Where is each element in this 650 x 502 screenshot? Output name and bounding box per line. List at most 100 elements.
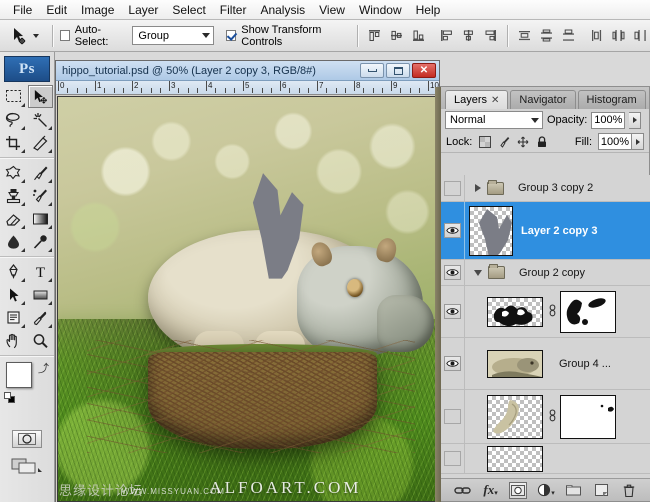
foreground-color-swatch[interactable]: [6, 362, 32, 388]
distribute-right-edges-icon[interactable]: [631, 26, 650, 45]
close-button[interactable]: ✕: [412, 63, 436, 78]
tab-layers[interactable]: Layers ✕: [445, 90, 508, 109]
layer-mask-thumbnail[interactable]: [560, 395, 616, 439]
layer-row-masked-splatter[interactable]: [441, 286, 650, 338]
distribute-horizontal-centers-icon[interactable]: [609, 26, 628, 45]
current-tool-preset[interactable]: [0, 26, 45, 46]
healing-brush-tool-icon[interactable]: [1, 161, 26, 184]
visibility-toggle-cell[interactable]: [441, 202, 465, 259]
layer-mask-link-icon[interactable]: [547, 409, 557, 425]
close-icon[interactable]: ✕: [491, 95, 499, 106]
layer-mask-link-icon[interactable]: [547, 304, 557, 320]
distribute-vertical-centers-icon[interactable]: [537, 26, 556, 45]
eye-icon-hidden[interactable]: [444, 181, 461, 196]
eye-icon-visible[interactable]: [444, 356, 461, 371]
visibility-toggle-cell[interactable]: [441, 338, 465, 389]
new-adjustment-layer-icon[interactable]: ▾: [537, 482, 555, 499]
distribute-top-edges-icon[interactable]: [515, 26, 534, 45]
default-colors-icon[interactable]: [4, 392, 16, 404]
minimize-button[interactable]: [360, 63, 384, 78]
document-title-bar[interactable]: hippo_tutorial.psd @ 50% (Layer 2 copy 3…: [56, 61, 439, 81]
align-left-edges-icon[interactable]: [437, 26, 456, 45]
menu-item-image[interactable]: Image: [74, 1, 121, 19]
screen-mode-icon[interactable]: [10, 456, 44, 476]
align-horizontal-centers-icon[interactable]: [459, 26, 478, 45]
clone-stamp-tool-icon[interactable]: [1, 184, 26, 207]
notes-tool-icon[interactable]: [1, 306, 26, 329]
new-layer-icon[interactable]: [592, 482, 610, 499]
history-brush-tool-icon[interactable]: [28, 184, 53, 207]
tab-histogram[interactable]: Histogram: [578, 90, 646, 109]
distribute-left-edges-icon[interactable]: [587, 26, 606, 45]
eraser-tool-icon[interactable]: [1, 207, 26, 230]
blend-mode-dropdown[interactable]: Normal: [445, 111, 543, 129]
layer-row-group-3-copy-2[interactable]: Group 3 copy 2: [441, 175, 650, 202]
layer-thumbnail[interactable]: [487, 395, 543, 439]
delete-layer-icon[interactable]: [620, 482, 638, 499]
menu-item-analysis[interactable]: Analysis: [253, 1, 312, 19]
slice-tool-icon[interactable]: [28, 131, 53, 154]
hand-tool-icon[interactable]: [1, 329, 26, 352]
menu-item-select[interactable]: Select: [165, 1, 212, 19]
distribute-bottom-edges-icon[interactable]: [559, 26, 578, 45]
marquee-tool-icon[interactable]: [1, 85, 26, 108]
layer-row-group-2-copy[interactable]: Group 2 copy: [441, 260, 650, 286]
menu-item-window[interactable]: Window: [352, 1, 409, 19]
lock-position-icon[interactable]: [516, 135, 529, 148]
visibility-toggle-cell[interactable]: [441, 286, 465, 337]
gradient-tool-icon[interactable]: [28, 207, 53, 230]
align-right-edges-icon[interactable]: [481, 26, 500, 45]
layer-thumbnail[interactable]: [487, 350, 543, 378]
brush-tool-icon[interactable]: [28, 161, 53, 184]
layer-row-layer-2-copy-3[interactable]: Layer 2 copy 3: [441, 202, 650, 260]
visibility-toggle-cell[interactable]: [441, 175, 465, 201]
fill-input[interactable]: 100%: [598, 133, 632, 150]
maximize-button[interactable]: [386, 63, 410, 78]
eye-icon-visible[interactable]: [444, 265, 461, 280]
swap-colors-icon[interactable]: ⤴: [38, 360, 49, 376]
layer-thumbnail[interactable]: [487, 297, 543, 327]
layer-list[interactable]: Group 3 copy 2 Layer 2 copy 3: [441, 175, 650, 480]
layer-mask-thumbnail[interactable]: [560, 291, 616, 333]
eyedropper-tool-icon[interactable]: [28, 306, 53, 329]
opacity-slider-button[interactable]: [629, 112, 641, 129]
magic-wand-tool-icon[interactable]: [28, 108, 53, 131]
pen-tool-icon[interactable]: [1, 260, 26, 283]
crop-tool-icon[interactable]: [1, 131, 26, 154]
fill-slider-button[interactable]: [632, 133, 644, 150]
dodge-tool-icon[interactable]: [28, 230, 53, 253]
menu-item-help[interactable]: Help: [409, 1, 448, 19]
auto-select-target-dropdown[interactable]: Group: [132, 26, 214, 45]
visibility-toggle-cell[interactable]: [441, 444, 465, 473]
type-tool-icon[interactable]: T: [28, 260, 53, 283]
shape-tool-icon[interactable]: [28, 283, 53, 306]
align-top-edges-icon[interactable]: [365, 26, 384, 45]
eye-icon-hidden[interactable]: [444, 451, 461, 466]
visibility-toggle-cell[interactable]: [441, 260, 465, 285]
align-vertical-centers-icon[interactable]: [387, 26, 406, 45]
opacity-input[interactable]: 100%: [591, 112, 625, 129]
eye-icon-hidden[interactable]: [444, 409, 461, 424]
visibility-toggle-cell[interactable]: [441, 390, 465, 443]
layer-style-fx-icon[interactable]: fx ▾: [482, 482, 500, 499]
tool-preset-chevron-icon[interactable]: [33, 34, 39, 38]
add-layer-mask-icon[interactable]: [509, 482, 527, 499]
menu-item-edit[interactable]: Edit: [39, 1, 74, 19]
layer-row-bottom-partial[interactable]: [441, 444, 650, 474]
image-canvas[interactable]: 思缘设计论坛 WWW.MISSYUAN.COM ALFOART.COM: [57, 96, 438, 502]
eye-icon-visible[interactable]: [444, 223, 461, 238]
group-disclosure-arrow-icon[interactable]: [475, 184, 481, 192]
menu-item-layer[interactable]: Layer: [121, 1, 165, 19]
lock-all-icon[interactable]: [535, 135, 548, 148]
quick-mask-mode-icon[interactable]: [12, 430, 42, 448]
layer-thumbnail[interactable]: [469, 206, 513, 256]
show-transform-controls-checkbox[interactable]: [226, 30, 236, 41]
align-bottom-edges-icon[interactable]: [409, 26, 428, 45]
move-tool-icon[interactable]: [28, 85, 53, 108]
group-disclosure-arrow-icon[interactable]: [474, 270, 482, 276]
layer-row-group-4[interactable]: Group 4 ...: [441, 338, 650, 390]
menu-item-filter[interactable]: Filter: [213, 1, 254, 19]
layer-thumbnail[interactable]: [487, 446, 543, 472]
auto-select-checkbox[interactable]: [60, 30, 70, 41]
eye-icon-visible[interactable]: [444, 304, 461, 319]
